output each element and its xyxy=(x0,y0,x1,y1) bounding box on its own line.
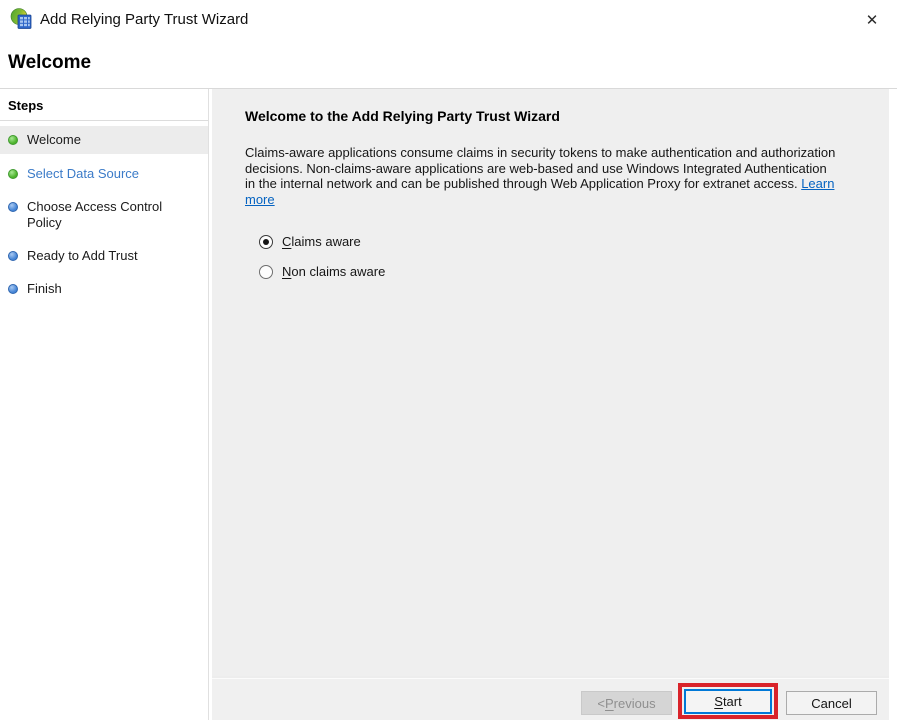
step-label: Finish xyxy=(27,281,62,296)
radio-selected-icon xyxy=(259,234,273,249)
step-label: Select Data Source xyxy=(27,166,140,181)
step-bullet-blue-icon xyxy=(8,202,18,212)
step-item-welcome[interactable]: Welcome xyxy=(0,126,208,154)
wizard-window: Add Relying Party Trust Wizard ✕ Welcome… xyxy=(0,0,897,724)
step-item-finish[interactable]: Finish xyxy=(0,276,208,302)
content-pane: Welcome to the Add Relying Party Trust W… xyxy=(212,89,889,720)
button-bar: < Previous Start Cancel xyxy=(212,678,889,720)
step-label: Ready to Add Trust xyxy=(27,248,138,263)
radio-label: Non claims aware xyxy=(282,264,386,279)
step-label: Welcome xyxy=(27,132,81,147)
step-item-ready-to-add-trust[interactable]: Ready to Add Trust xyxy=(0,243,208,269)
step-label: Choose Access Control Policy xyxy=(27,199,163,230)
radio-non-claims-aware[interactable]: Non claims aware xyxy=(259,264,385,279)
radio-claims-aware[interactable]: Claims aware xyxy=(259,234,361,249)
start-button[interactable]: Start xyxy=(684,688,772,714)
step-bullet-blue-icon xyxy=(8,251,18,261)
start-button-highlight: Start xyxy=(678,683,778,719)
description-text: Claims-aware applications consume claims… xyxy=(245,145,836,191)
step-item-select-data-source[interactable]: Select Data Source xyxy=(0,161,208,187)
content-description: Claims-aware applications consume claims… xyxy=(245,145,837,207)
steps-header: Steps xyxy=(0,89,208,121)
content-heading: Welcome to the Add Relying Party Trust W… xyxy=(245,108,560,124)
steps-panel: Steps Welcome Select Data Source Choose … xyxy=(0,89,209,720)
step-bullet-green-icon xyxy=(8,169,18,179)
wizard-body: Steps Welcome Select Data Source Choose … xyxy=(0,88,897,720)
previous-button[interactable]: < Previous xyxy=(581,691,672,715)
step-bullet-blue-icon xyxy=(8,284,18,294)
window-title: Add Relying Party Trust Wizard xyxy=(40,11,249,28)
step-item-choose-access-control-policy[interactable]: Choose Access Control Policy xyxy=(0,194,208,236)
cancel-button[interactable]: Cancel xyxy=(786,691,877,715)
title-bar: Add Relying Party Trust Wizard ✕ xyxy=(0,0,897,40)
page-title: Welcome xyxy=(8,52,92,73)
radio-label: Claims aware xyxy=(282,234,361,249)
adfs-trust-icon xyxy=(10,8,32,29)
step-bullet-green-icon xyxy=(8,135,18,145)
close-icon[interactable]: ✕ xyxy=(857,6,887,34)
radio-unselected-icon xyxy=(259,264,273,279)
